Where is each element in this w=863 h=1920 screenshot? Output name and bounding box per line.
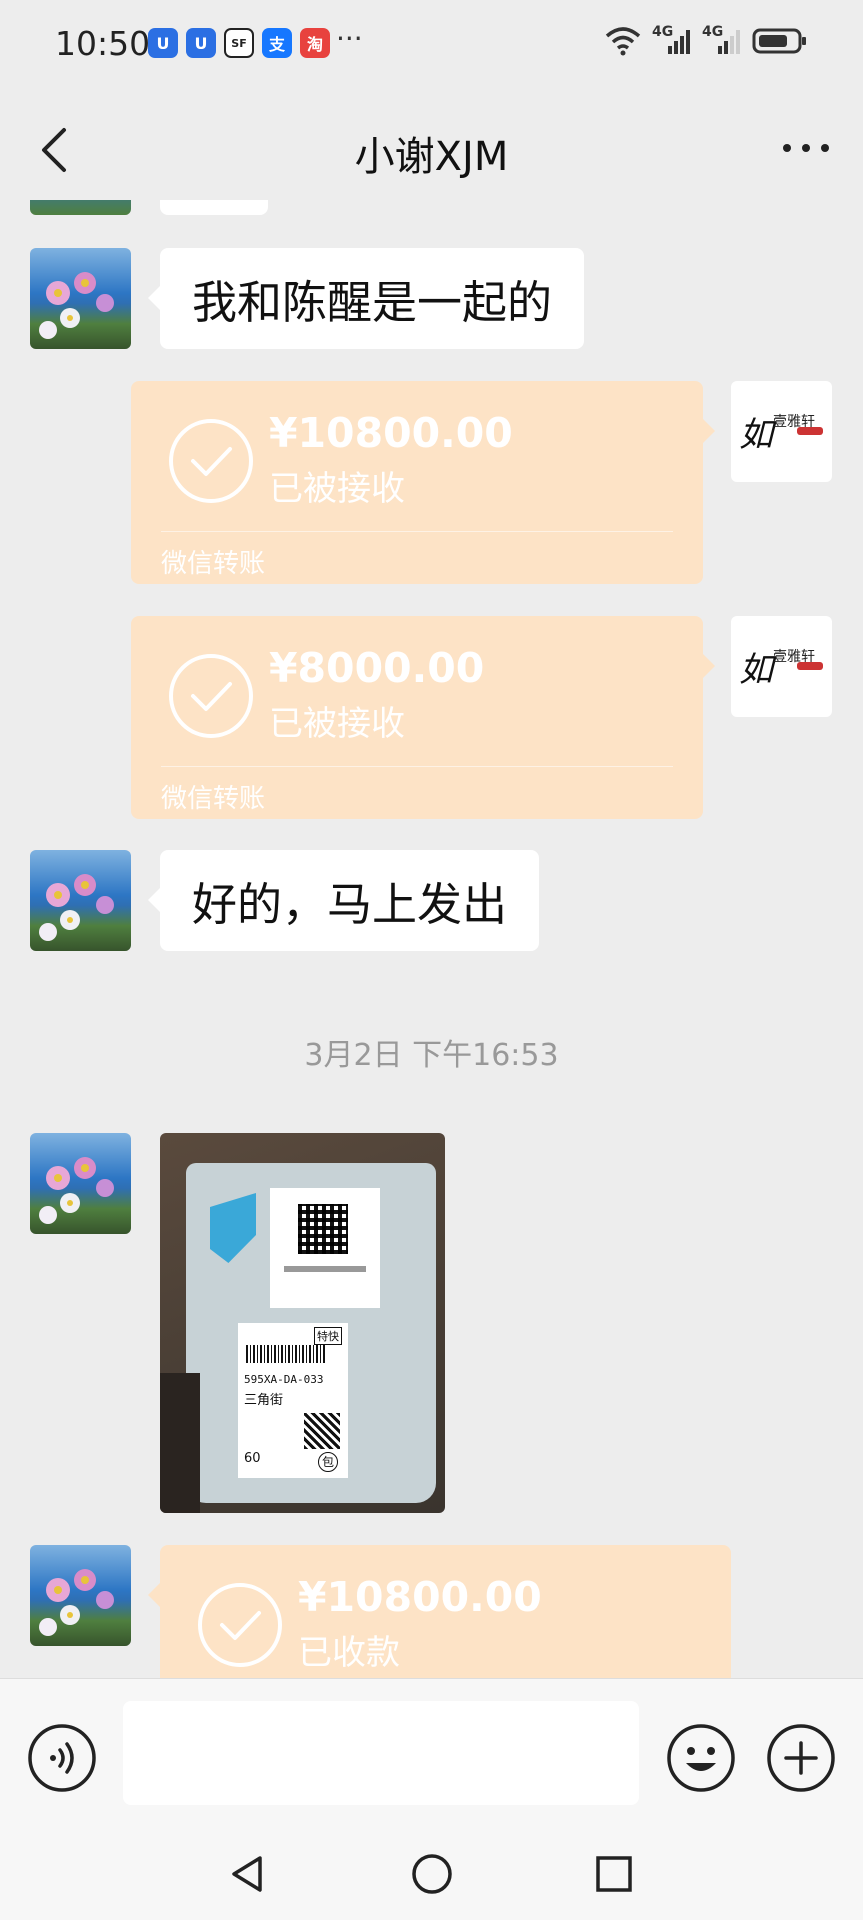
transfer-card[interactable]: ¥10800.00 已被接收 微信转账 bbox=[131, 381, 715, 584]
more-options-icon[interactable] bbox=[781, 140, 831, 156]
transfer-amount: ¥8000.00 bbox=[269, 644, 485, 692]
status-time: 10:50 bbox=[55, 24, 151, 63]
transfer-status: 已被接收 bbox=[269, 469, 405, 509]
my-avatar[interactable]: 如 壹雅轩 bbox=[731, 616, 832, 717]
shipping-label: 特快 595XA-DA-033 三角街 60 包 bbox=[238, 1323, 348, 1478]
transfer-amount: ¥10800.00 bbox=[269, 409, 513, 457]
message-input[interactable] bbox=[123, 1701, 639, 1805]
label-code: 595XA-DA-033 bbox=[244, 1373, 324, 1386]
transfer-divider bbox=[161, 766, 673, 767]
message-bubble[interactable]: 好的，马上发出 bbox=[147, 850, 540, 951]
photo-message[interactable]: 特快 595XA-DA-033 三角街 60 包 bbox=[160, 1133, 445, 1513]
brand-script: 如 bbox=[739, 650, 773, 690]
brand-seal bbox=[797, 662, 823, 670]
brand-seal bbox=[797, 427, 823, 435]
shield-app-icon: U bbox=[148, 28, 178, 58]
status-app-icons: U U SF 支 淘 bbox=[148, 28, 330, 58]
transfer-card[interactable]: ¥8000.00 已被接收 微信转账 bbox=[131, 616, 715, 819]
signal-icon-1: 4G bbox=[652, 24, 692, 56]
qr-code bbox=[298, 1204, 348, 1254]
transfer-divider bbox=[161, 531, 673, 532]
hand bbox=[160, 1373, 200, 1513]
message-bubble[interactable]: 我和陈醒是一起的 bbox=[147, 248, 585, 349]
voice-input-icon[interactable] bbox=[27, 1723, 97, 1793]
label-qr bbox=[304, 1413, 340, 1449]
transfer-footer: 微信转账 bbox=[161, 784, 266, 814]
message-text: 好的，马上发出 bbox=[192, 878, 508, 931]
check-circle-icon bbox=[169, 654, 253, 738]
signal-icon-2: 4G bbox=[702, 24, 742, 56]
transfer-status: 已收款 bbox=[298, 1633, 400, 1673]
contact-avatar[interactable] bbox=[30, 850, 131, 951]
status-indicators: 4G 4G bbox=[604, 24, 808, 56]
message-timestamp: 3月2日 下午16:53 bbox=[304, 1038, 559, 1073]
contact-avatar[interactable] bbox=[30, 248, 131, 349]
input-bar bbox=[0, 1678, 863, 1839]
parcel-qr-card bbox=[270, 1188, 380, 1308]
system-navigation bbox=[0, 1838, 863, 1920]
qr-caption bbox=[284, 1266, 366, 1272]
status-more-icon: ··· bbox=[336, 22, 363, 55]
taobao-icon: 淘 bbox=[300, 28, 330, 58]
wifi-icon bbox=[605, 27, 641, 56]
alipay-icon: 支 bbox=[262, 28, 292, 58]
brand-script: 如 bbox=[739, 415, 773, 455]
system-back-icon[interactable] bbox=[226, 1852, 270, 1896]
transfer-status: 已被接收 bbox=[269, 704, 405, 744]
avatar-partial bbox=[30, 200, 131, 215]
shield-app-icon-2: U bbox=[186, 28, 216, 58]
contact-avatar[interactable] bbox=[30, 1133, 131, 1234]
my-avatar[interactable]: 如 壹雅轩 bbox=[731, 381, 832, 482]
plus-icon[interactable] bbox=[766, 1723, 836, 1793]
barcode bbox=[246, 1345, 326, 1363]
bubble-partial bbox=[160, 200, 268, 215]
message-text: 我和陈醒是一起的 bbox=[192, 276, 553, 329]
contact-avatar[interactable] bbox=[30, 1545, 131, 1646]
emoji-icon[interactable] bbox=[666, 1723, 736, 1793]
transfer-footer: 微信转账 bbox=[161, 549, 266, 579]
check-circle-icon bbox=[169, 419, 253, 503]
battery-icon bbox=[752, 28, 806, 54]
sf-express-icon: SF bbox=[224, 28, 254, 58]
transfer-amount: ¥10800.00 bbox=[298, 1573, 542, 1621]
chat-messages[interactable]: 我和陈醒是一起的 ¥10800.00 已被接收 微信转账 如 壹雅轩 ¥8000… bbox=[0, 200, 863, 1678]
label-area: 三角街 bbox=[244, 1393, 284, 1408]
chat-header: 小谢XJM bbox=[0, 88, 863, 208]
status-bar: 10:50 U U SF 支 淘 ··· 4G 4G bbox=[0, 0, 863, 88]
transfer-card[interactable]: ¥10800.00 已收款 bbox=[148, 1545, 731, 1678]
system-home-icon[interactable] bbox=[410, 1852, 454, 1896]
check-circle-icon bbox=[198, 1583, 282, 1667]
label-badge: 特快 bbox=[314, 1327, 342, 1345]
label-num: 60 bbox=[244, 1451, 261, 1466]
chat-title: 小谢XJM bbox=[354, 134, 509, 180]
system-recents-icon[interactable] bbox=[592, 1852, 636, 1896]
label-stamp: 包 bbox=[318, 1452, 338, 1472]
